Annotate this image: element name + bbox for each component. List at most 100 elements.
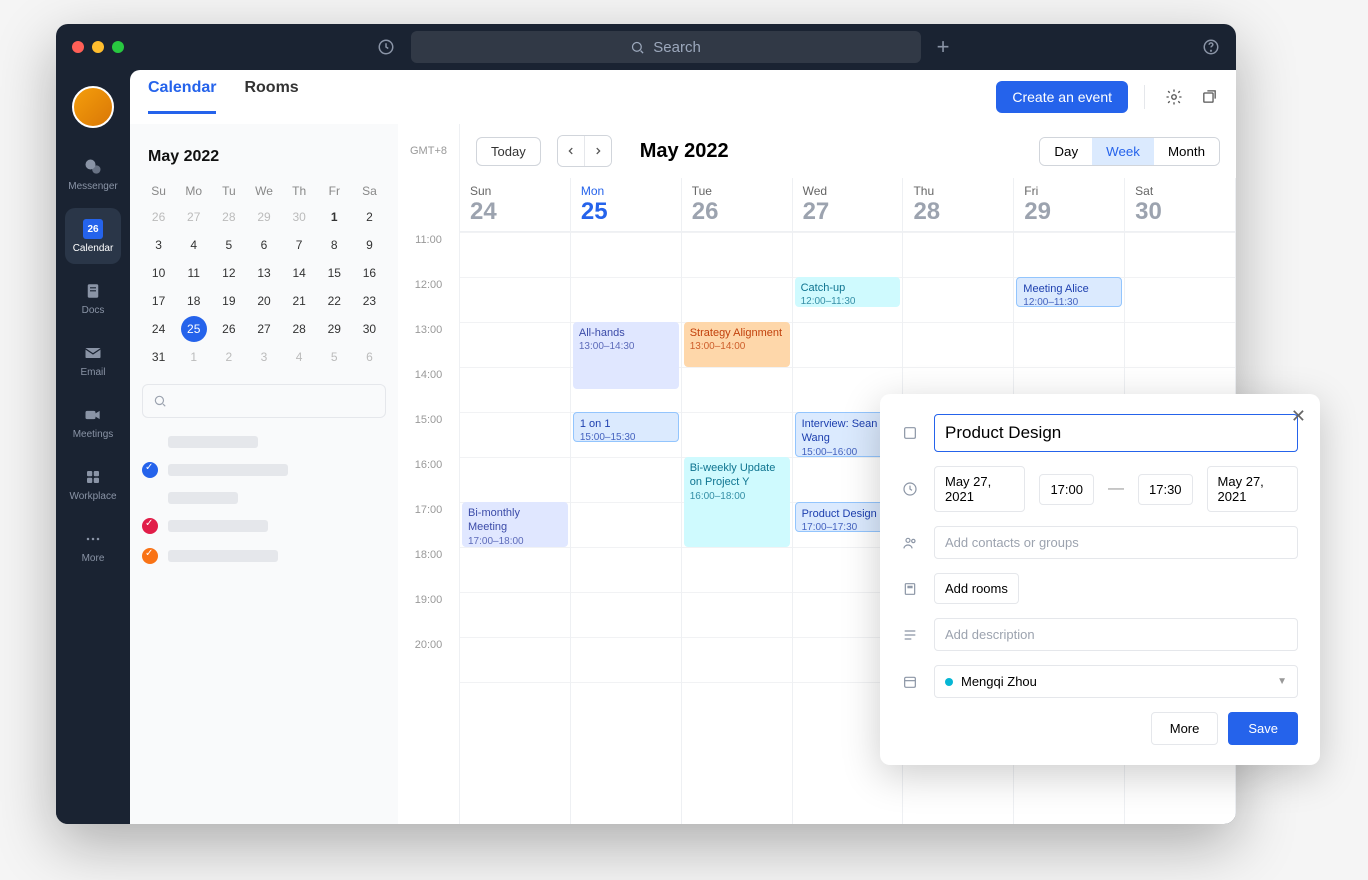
end-time-field[interactable]: 17:30 [1138,474,1193,505]
create-event-button[interactable]: Create an event [996,81,1128,113]
history-icon[interactable] [377,38,395,56]
event[interactable]: Catch-up12:00–11:30 [795,277,901,307]
tab-rooms[interactable]: Rooms [244,79,298,114]
mini-day[interactable]: 31 [142,344,175,370]
event[interactable]: All-hands13:00–14:30 [573,322,679,389]
event[interactable]: Bi-weekly Update on Project Y16:00–18:00 [684,457,790,547]
mini-day[interactable]: 5 [212,232,245,258]
day-header[interactable]: Mon25 [571,178,682,231]
mini-day[interactable]: 1 [318,204,351,230]
close-popup-button[interactable]: ✕ [1291,406,1306,427]
mini-day[interactable]: 13 [247,260,280,286]
mini-day[interactable]: 27 [177,204,210,230]
prev-week-button[interactable] [558,136,584,166]
mini-day[interactable]: 24 [142,316,175,342]
end-date-field[interactable]: May 27, 2021 [1207,466,1298,512]
calendar-list-item[interactable] [142,492,386,504]
event[interactable]: Bi-monthly Meeting17:00–18:00 [462,502,568,547]
calendar-select[interactable]: Mengqi Zhou ▼ [934,665,1298,698]
mini-day[interactable]: 21 [283,288,316,314]
today-button[interactable]: Today [476,137,541,166]
nav-more[interactable]: More [65,518,121,574]
mini-day[interactable]: 27 [247,316,280,342]
mini-day[interactable]: 6 [247,232,280,258]
more-button[interactable]: More [1151,712,1219,745]
add-rooms-button[interactable]: Add rooms [934,573,1019,604]
day-header[interactable]: Sat30 [1125,178,1236,231]
calendar-list-item[interactable] [142,436,386,448]
mini-day[interactable]: 1 [177,344,210,370]
mini-day[interactable]: 4 [283,344,316,370]
mini-day[interactable]: 25 [181,316,207,342]
mini-day[interactable]: 17 [142,288,175,314]
day-column[interactable]: All-hands13:00–14:30 1 on 115:00–15:30 [571,232,682,824]
calendar-search[interactable] [142,384,386,418]
start-time-field[interactable]: 17:00 [1039,474,1094,505]
mini-day[interactable]: 22 [318,288,351,314]
mini-day[interactable]: 28 [283,316,316,342]
event-title-input[interactable] [934,414,1298,452]
day-column[interactable]: Bi-monthly Meeting17:00–18:00 [460,232,571,824]
mini-day[interactable]: 5 [318,344,351,370]
close-window[interactable] [72,41,84,53]
mini-day[interactable]: 7 [283,232,316,258]
save-button[interactable]: Save [1228,712,1298,745]
calendar-list-item[interactable] [142,462,386,478]
event[interactable]: 1 on 115:00–15:30 [573,412,679,442]
tab-calendar[interactable]: Calendar [148,79,216,114]
nav-docs[interactable]: Docs [65,270,121,326]
start-date-field[interactable]: May 27, 2021 [934,466,1025,512]
calendar-checkbox[interactable] [142,462,158,478]
mini-day[interactable]: 3 [247,344,280,370]
global-search[interactable]: Search [411,31,921,63]
mini-day[interactable]: 10 [142,260,175,286]
event[interactable]: Meeting Alice12:00–11:30 [1016,277,1122,307]
calendar-checkbox[interactable] [142,548,158,564]
settings-icon[interactable] [1165,88,1183,106]
nav-calendar[interactable]: 26 Calendar [65,208,121,264]
nav-email[interactable]: Email [65,332,121,388]
mini-day[interactable]: 29 [247,204,280,230]
day-header[interactable]: Sun24 [460,178,571,231]
calendar-list-item[interactable] [142,548,386,564]
mini-day[interactable]: 14 [283,260,316,286]
mini-day[interactable]: 19 [212,288,245,314]
view-month[interactable]: Month [1154,138,1219,165]
nav-messenger[interactable]: Messenger [65,146,121,202]
description-input[interactable] [934,618,1298,651]
day-header[interactable]: Fri29 [1014,178,1125,231]
mini-day[interactable]: 30 [353,316,386,342]
mini-day[interactable]: 20 [247,288,280,314]
new-item-icon[interactable]: + [937,34,950,60]
mini-day[interactable]: 8 [318,232,351,258]
maximize-window[interactable] [112,41,124,53]
help-icon[interactable] [1202,38,1220,56]
mini-day[interactable]: 26 [212,316,245,342]
nav-meetings[interactable]: Meetings [65,394,121,450]
mini-day[interactable]: 2 [212,344,245,370]
avatar[interactable] [72,86,114,128]
contacts-input[interactable] [934,526,1298,559]
event[interactable]: Strategy Alignment13:00–14:00 [684,322,790,367]
mini-day[interactable]: 16 [353,260,386,286]
day-column[interactable]: Strategy Alignment13:00–14:00 Bi-weekly U… [682,232,793,824]
day-header[interactable]: Thu28 [903,178,1014,231]
mini-day[interactable]: 4 [177,232,210,258]
mini-day[interactable]: 9 [353,232,386,258]
mini-day[interactable]: 26 [142,204,175,230]
mini-day[interactable]: 11 [177,260,210,286]
minimize-window[interactable] [92,41,104,53]
mini-day[interactable]: 23 [353,288,386,314]
next-week-button[interactable] [585,136,611,166]
day-header[interactable]: Wed27 [793,178,904,231]
mini-day[interactable]: 6 [353,344,386,370]
mini-day[interactable]: 15 [318,260,351,286]
popout-icon[interactable] [1201,88,1218,105]
mini-day[interactable]: 2 [353,204,386,230]
mini-day[interactable]: 29 [318,316,351,342]
view-day[interactable]: Day [1040,138,1092,165]
mini-day[interactable]: 28 [212,204,245,230]
calendar-checkbox[interactable] [142,518,158,534]
calendar-list-item[interactable] [142,518,386,534]
mini-day[interactable]: 30 [283,204,316,230]
